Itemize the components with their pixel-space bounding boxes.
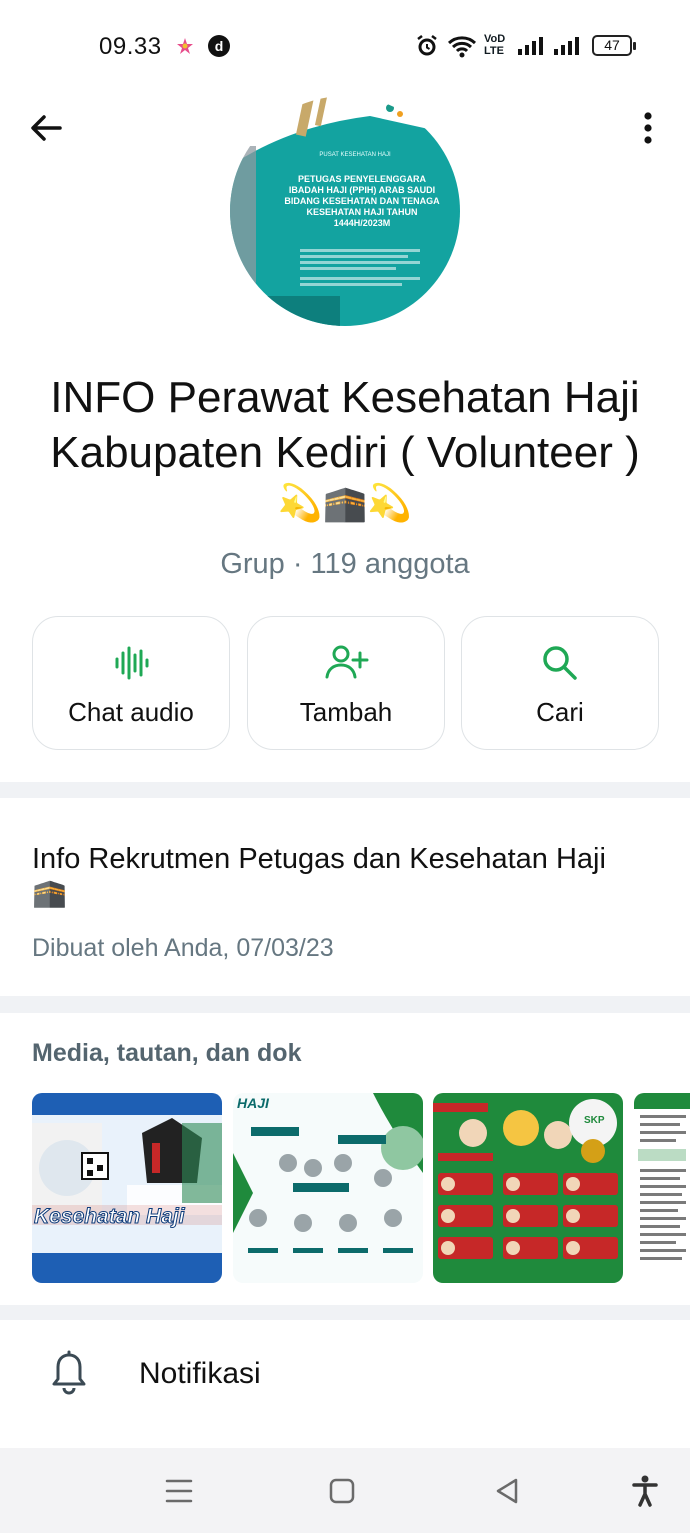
audio-wave-icon [33, 643, 229, 683]
media-thumb-caption: HAJI [237, 1095, 269, 1111]
media-image-1 [32, 1093, 222, 1283]
home-button[interactable] [325, 1474, 359, 1508]
back-button[interactable] [26, 108, 66, 148]
signal-icon-2 [553, 36, 583, 61]
accessibility-icon [632, 1475, 658, 1507]
home-square-icon [329, 1478, 355, 1504]
media-thumb[interactable]: Kesehatan Haji [32, 1093, 222, 1283]
svg-text:d: d [215, 38, 224, 54]
bell-icon [50, 1350, 88, 1396]
notification-label: Notifikasi [139, 1357, 261, 1390]
search-button[interactable]: Cari [461, 616, 659, 750]
back-nav-button[interactable] [490, 1474, 524, 1508]
battery-indicator: 47 [592, 35, 636, 56]
media-thumb[interactable]: HAJI [233, 1093, 423, 1283]
media-heading[interactable]: Media, tautan, dan dok [32, 1039, 301, 1068]
media-section: Media, tautan, dan dok Kesehatan Haji HA… [0, 1013, 690, 1305]
media-thumb-caption: Kesehatan Haji [34, 1205, 186, 1229]
search-label: Cari [536, 697, 584, 727]
recent-apps-button[interactable] [162, 1474, 196, 1508]
more-options-button[interactable] [634, 108, 662, 148]
wifi-icon [447, 34, 477, 63]
description-meta: Dibuat oleh Anda, 07/03/23 [32, 934, 334, 962]
status-time: 09.33 [99, 33, 162, 60]
volte-icon: VoD LTE [484, 33, 506, 57]
menu-lines-icon [165, 1479, 193, 1503]
media-thumb[interactable] [634, 1093, 690, 1283]
add-person-icon [248, 643, 444, 683]
system-nav-bar [0, 1448, 690, 1533]
group-member-count: Grup · 119 anggota [220, 548, 470, 580]
back-arrow-icon [31, 115, 62, 141]
chat-audio-label: Chat audio [68, 697, 194, 727]
more-vert-icon [644, 112, 652, 144]
description-emoji: 🕋 [32, 877, 67, 908]
media-image-4 [634, 1093, 690, 1283]
star-icon [176, 37, 194, 60]
add-member-button[interactable]: Tambah [247, 616, 445, 750]
media-thumb-caption: SKP [584, 1115, 605, 1126]
search-icon [462, 643, 658, 683]
alarm-icon [415, 34, 439, 63]
description-text: Info Rekrutmen Petugas dan Kesehatan Haj… [32, 843, 606, 908]
notification-setting[interactable]: Notifikasi [0, 1320, 690, 1448]
avatar-headline-text: PETUGAS PENYELENGGARA IBADAH HAJI (PPIH)… [284, 174, 440, 228]
group-header: PUSAT KESEHATAN HAJI PETUGAS PENYELENGGA… [0, 92, 690, 782]
media-image-2 [233, 1093, 423, 1283]
avatar-header-text: PUSAT KESEHATAN HAJI [319, 152, 391, 158]
app-d-icon: d [207, 34, 231, 63]
chat-audio-button[interactable]: Chat audio [32, 616, 230, 750]
media-thumb[interactable]: SKP [433, 1093, 623, 1283]
group-avatar[interactable]: PUSAT KESEHATAN HAJI PETUGAS PENYELENGGA… [230, 96, 460, 326]
back-triangle-icon [496, 1478, 518, 1504]
accessibility-button[interactable] [628, 1474, 662, 1508]
group-title-emoji: 💫🕋💫 [277, 482, 413, 523]
signal-icon-1 [517, 36, 547, 61]
avatar-paragraph-lines [300, 246, 420, 306]
add-member-label: Tambah [299, 697, 393, 727]
group-title: INFO Perawat Kesehatan Haji Kabupaten Ke… [50, 373, 640, 477]
status-bar: 09.33 d VoD LTE 47 [0, 0, 690, 92]
group-description[interactable]: Info Rekrutmen Petugas dan Kesehatan Haj… [0, 798, 690, 996]
